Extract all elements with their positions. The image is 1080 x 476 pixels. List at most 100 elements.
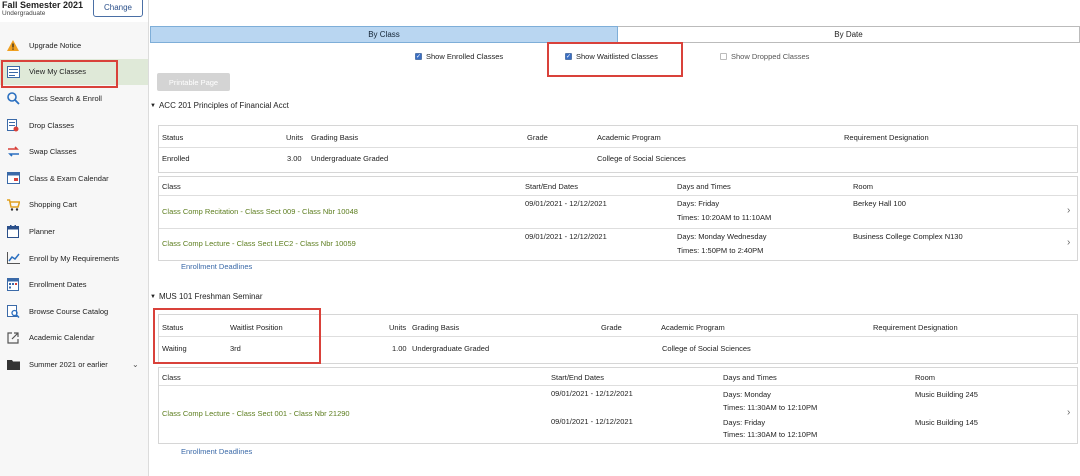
- course-title-mus101[interactable]: ▼ MUS 101 Freshman Seminar: [150, 292, 263, 301]
- section-dates: 09/01/2021 - 12/12/2021: [551, 417, 633, 426]
- section-times: Times: 11:30AM to 12:10PM: [723, 430, 818, 439]
- units-value: 1.00: [392, 344, 407, 353]
- sidebar-item-summer-2021[interactable]: Summer 2021 or earlier ⌄: [0, 351, 148, 378]
- section-room: Berkey Hall 100: [853, 199, 906, 208]
- collapse-triangle-icon: ▼: [150, 102, 156, 109]
- calendar-icon: [6, 171, 20, 185]
- planner-icon: [6, 224, 20, 238]
- row-divider: [159, 385, 1077, 386]
- sidebar-item-enrollment-dates[interactable]: Enrollment Dates: [0, 271, 148, 298]
- waitlist-highlight: [153, 308, 321, 364]
- swap-icon: [6, 145, 20, 159]
- printable-page-button[interactable]: Printable Page: [157, 73, 230, 91]
- sidebar-item-view-my-classes[interactable]: View My Classes: [0, 58, 148, 88]
- checkbox-icon: [720, 53, 727, 60]
- cart-icon: [6, 198, 20, 212]
- sidebar-item-label: Browse Course Catalog: [29, 306, 109, 316]
- enrollment-deadlines-link[interactable]: Enrollment Deadlines: [181, 447, 252, 456]
- sidebar-item-label: Swap Classes: [29, 147, 77, 157]
- grading-basis-header: Grading Basis: [311, 133, 359, 142]
- sidebar-item-label: Summer 2021 or earlier: [29, 359, 108, 369]
- requirement-header: Requirement Designation: [844, 133, 929, 142]
- grading-basis-header: Grading Basis: [412, 323, 460, 332]
- section-link[interactable]: Class Comp Lecture - Class Sect 001 - Cl…: [162, 409, 350, 418]
- sidebar-item-class-search[interactable]: Class Search & Enroll: [0, 85, 148, 112]
- search-icon: [6, 91, 20, 105]
- academic-program-header: Academic Program: [661, 323, 725, 332]
- section-days: Days: Monday: [723, 390, 771, 399]
- status-header: Status: [162, 133, 184, 142]
- sidebar-item-label: Enrollment Dates: [29, 280, 87, 290]
- course-title-acc201[interactable]: ▼ ACC 201 Principles of Financial Acct: [150, 101, 289, 110]
- section-times: Times: 10:20AM to 11:10AM: [677, 213, 772, 222]
- section-days: Days: Friday: [677, 199, 720, 208]
- section-days: Days: Monday Wednesday: [677, 232, 767, 241]
- section-days: Days: Friday: [723, 418, 766, 427]
- chevron-right-icon[interactable]: ›: [1067, 205, 1070, 216]
- enrollment-deadlines-link[interactable]: Enrollment Deadlines: [181, 262, 252, 271]
- term-subtitle: Undergraduate: [2, 10, 46, 17]
- sidebar-item-swap-classes[interactable]: Swap Classes: [0, 138, 148, 165]
- sidebar-item-class-exam-calendar[interactable]: Class & Exam Calendar: [0, 165, 148, 192]
- sidebar-item-academic-calendar[interactable]: Academic Calendar: [0, 325, 148, 352]
- sidebar-item-upgrade-notice[interactable]: Upgrade Notice: [0, 32, 148, 59]
- drop-icon: [6, 118, 20, 132]
- show-enrolled-label: Show Enrolled Classes: [426, 52, 504, 61]
- row-divider: [159, 228, 1077, 229]
- course-title-text: MUS 101 Freshman Seminar: [158, 292, 263, 301]
- waitlisted-highlight: [547, 42, 683, 77]
- academic-program-value: College of Social Sciences: [597, 154, 686, 163]
- collapse-triangle-icon: ▼: [150, 293, 156, 300]
- course-title-text: ACC 201 Principles of Financial Acct: [158, 101, 289, 110]
- view-tabs: By Class By Date: [150, 26, 1080, 43]
- term-title: Fall Semester 2021: [2, 0, 84, 10]
- grade-header: Grade: [601, 323, 622, 332]
- section-times: Times: 1:50PM to 2:40PM: [677, 246, 764, 255]
- sidebar-nav: Upgrade Notice View My Classes Class Sea…: [0, 32, 148, 378]
- folder-icon: [6, 357, 20, 371]
- section-link[interactable]: Class Comp Lecture - Class Sect LEC2 - C…: [162, 239, 356, 248]
- sidebar-item-planner[interactable]: Planner: [0, 218, 148, 245]
- units-header: Units: [286, 133, 304, 142]
- show-dropped-checkbox[interactable]: Show Dropped Classes: [720, 52, 809, 61]
- sidebar-item-label: Drop Classes: [29, 120, 75, 130]
- sidebar-item-browse-catalog[interactable]: Browse Course Catalog: [0, 298, 148, 325]
- class-list-icon: [6, 65, 20, 79]
- class-header: Class: [162, 182, 181, 191]
- chevron-right-icon[interactable]: ›: [1067, 237, 1070, 248]
- tab-by-class[interactable]: By Class: [150, 26, 618, 43]
- section-room: Music Building 145: [915, 418, 978, 427]
- sidebar-item-drop-classes[interactable]: Drop Classes: [0, 112, 148, 139]
- units-value: 3.00: [287, 154, 302, 163]
- units-header: Units: [389, 323, 407, 332]
- class-header: Class: [162, 373, 181, 382]
- chevron-right-icon[interactable]: ›: [1067, 407, 1070, 418]
- catalog-icon: [6, 304, 20, 318]
- term-header: Fall Semester 2021 Undergraduate Change: [0, 0, 148, 22]
- academic-program-header: Academic Program: [597, 133, 661, 142]
- room-header: Room: [915, 373, 936, 382]
- chevron-down-icon[interactable]: ⌄: [132, 360, 139, 369]
- change-term-button[interactable]: Change: [93, 0, 143, 17]
- sidebar-item-label: Upgrade Notice: [29, 40, 82, 50]
- grading-basis-value: Undergraduate Graded: [412, 344, 490, 353]
- room-header: Room: [853, 182, 874, 191]
- sidebar-item-label: View My Classes: [29, 67, 86, 77]
- class-sections-panel: Class Start/End Dates Days and Times Roo…: [158, 176, 1078, 261]
- checkmark-icon: ✓: [415, 53, 422, 60]
- sidebar-item-enroll-by-requirements[interactable]: Enroll by My Requirements: [0, 245, 148, 272]
- days-times-header: Days and Times: [723, 373, 777, 382]
- sidebar-item-shopping-cart[interactable]: Shopping Cart: [0, 192, 148, 219]
- section-room: Music Building 245: [915, 390, 978, 399]
- tab-by-date[interactable]: By Date: [618, 26, 1080, 43]
- sidebar-item-label: Class & Exam Calendar: [29, 173, 109, 183]
- row-divider: [159, 195, 1077, 196]
- section-link[interactable]: Class Comp Recitation - Class Sect 009 -…: [162, 207, 358, 216]
- main-content: By Class By Date ✓ Show Enrolled Classes…: [150, 0, 1080, 476]
- warning-icon: [6, 38, 20, 52]
- class-sections-panel: Class Start/End Dates Days and Times Roo…: [158, 367, 1078, 444]
- days-times-header: Days and Times: [677, 182, 731, 191]
- show-enrolled-checkbox[interactable]: ✓ Show Enrolled Classes: [415, 52, 503, 61]
- show-dropped-label: Show Dropped Classes: [731, 52, 810, 61]
- sidebar-item-label: Planner: [29, 226, 55, 236]
